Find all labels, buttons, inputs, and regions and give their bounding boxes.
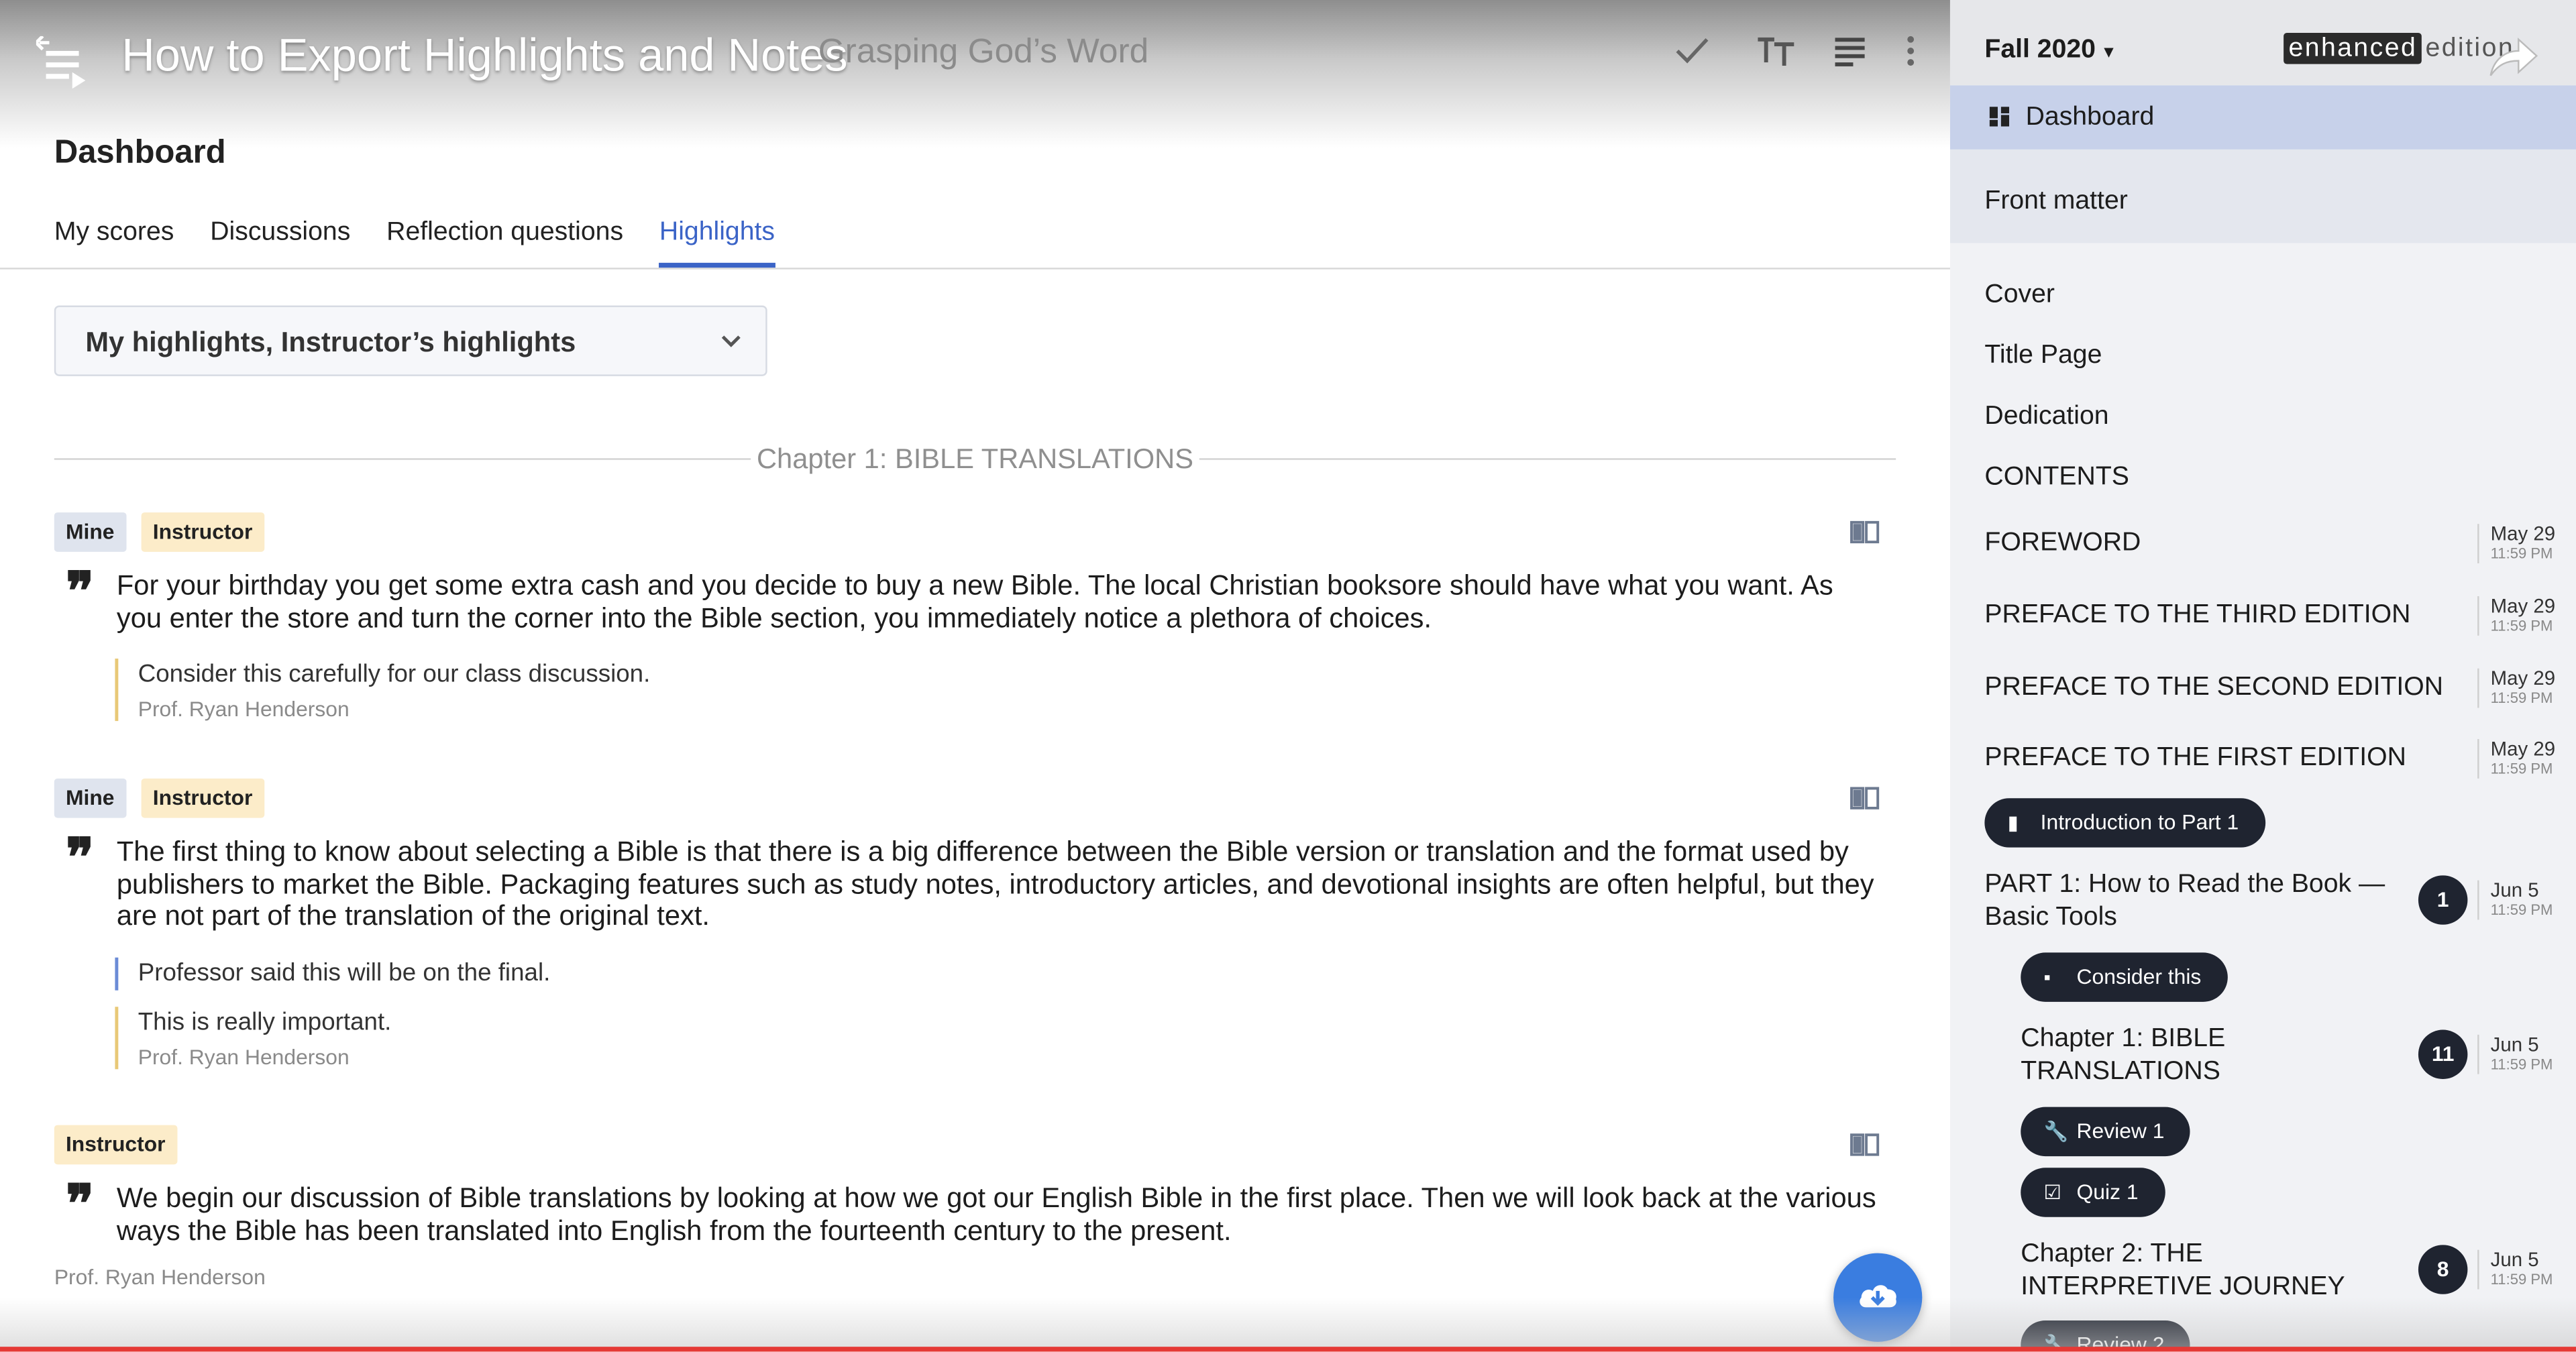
document-icon: ▮ — [2007, 811, 2019, 835]
tag-mine: Mine — [54, 512, 126, 552]
tag-mine: Mine — [54, 778, 126, 818]
instructor-note: Consider this carefully for our class di… — [115, 659, 651, 722]
export-download-button[interactable] — [1833, 1253, 1923, 1342]
toc-item-part1[interactable]: PART 1: How to Read the Book — Basic Too… — [1984, 869, 2395, 935]
filter-value: My highlights, Instructor’s highlights — [85, 327, 576, 358]
highlight-author: Prof. Ryan Henderson — [54, 1264, 266, 1290]
due-date: Jun 5 11:59 PM — [2477, 1034, 2553, 1074]
pill-label: Review 1 — [2076, 1118, 2165, 1143]
wrench-icon: 🔧 — [2043, 1120, 2069, 1143]
quote-icon: ❞ — [65, 826, 95, 889]
quiz-1-button[interactable]: ☑ Quiz 1 — [2021, 1168, 2165, 1217]
toc-item-chapter1[interactable]: Chapter 1: BIBLE TRANSLATIONS — [2021, 1023, 2382, 1089]
note-text: Consider this carefully for our class di… — [138, 660, 651, 689]
note-text: This is really important. — [138, 1008, 392, 1037]
pill-label: Introduction to Part 1 — [2040, 809, 2239, 835]
sidebar-header: Fall 2020 ▼ enhanced edition — [1949, 0, 2576, 86]
tab-reflection-questions[interactable]: Reflection questions — [386, 219, 623, 268]
toc-item-preface-first[interactable]: PREFACE TO THE FIRST EDITION — [1984, 744, 2406, 773]
highlight-text[interactable]: The first thing to know about selecting … — [117, 836, 1883, 932]
toc-item-preface-second[interactable]: PREFACE TO THE SECOND EDITION — [1984, 673, 2443, 703]
quote-icon: ❞ — [65, 560, 95, 623]
toc-item-foreword[interactable]: FOREWORD — [1984, 529, 2141, 559]
comment-icon: ▪ — [2043, 966, 2051, 989]
open-book-icon[interactable] — [1850, 787, 1880, 809]
note-author: Prof. Ryan Henderson — [138, 696, 350, 722]
pill-label: Consider this — [2076, 964, 2202, 989]
my-note: Professor said this will be on the final… — [115, 957, 551, 991]
page-title: Dashboard — [54, 134, 226, 171]
tag-instructor: Instructor — [141, 778, 264, 818]
highlight-text[interactable]: We begin our discussion of Bible transla… — [117, 1182, 1883, 1247]
review-1-button[interactable]: 🔧 Review 1 — [2021, 1107, 2191, 1157]
consider-this-button[interactable]: ▪ Consider this — [2021, 952, 2228, 1002]
count-badge: 1 — [2418, 875, 2468, 925]
video-progress-bar[interactable] — [0, 1347, 2576, 1352]
toc-item-title-page[interactable]: Title Page — [1984, 341, 2102, 371]
toc-item-cover[interactable]: Cover — [1984, 281, 2055, 311]
dashboard-icon — [1989, 107, 2010, 127]
tab-my-scores[interactable]: My scores — [54, 219, 174, 268]
highlight-text[interactable]: For your birthday you get some extra cas… — [117, 570, 1883, 634]
due-date: Jun 5 11:59 PM — [2477, 1249, 2553, 1290]
tab-discussions[interactable]: Discussions — [210, 219, 350, 268]
count-badge: 8 — [2418, 1245, 2468, 1294]
playlist-icon[interactable] — [36, 36, 92, 92]
quote-icon: ❞ — [65, 1172, 95, 1235]
toc-item-chapter2[interactable]: Chapter 2: THE INTERPRETIVE JOURNEY — [2021, 1239, 2382, 1304]
note-author: Prof. Ryan Henderson — [138, 1044, 350, 1070]
video-title[interactable]: How to Export Highlights and Notes — [121, 30, 847, 82]
instructor-note: This is really important. Prof. Ryan Hen… — [115, 1007, 392, 1070]
brand-logo: enhanced edition — [2284, 32, 2514, 64]
toc-item-contents[interactable]: CONTENTS — [1984, 463, 2129, 493]
main-panel: How to Export Highlights and Notes Grasp… — [0, 0, 1950, 1352]
more-vert-icon[interactable] — [1894, 30, 1927, 72]
chevron-down-icon — [721, 335, 741, 347]
tab-highlights[interactable]: Highlights — [659, 219, 775, 268]
sidebar: Fall 2020 ▼ enhanced edition Dashboard Fro… — [1949, 0, 2576, 1352]
tag-instructor: Instructor — [141, 512, 264, 552]
open-book-icon[interactable] — [1850, 520, 1880, 544]
due-date: May 29 11:59 PM — [2477, 523, 2555, 564]
toc-item-dedication[interactable]: Dedication — [1984, 402, 2108, 432]
align-icon[interactable] — [1832, 30, 1868, 72]
open-book-icon[interactable] — [1850, 1133, 1880, 1156]
book-title: Grasping God’s Word — [818, 32, 1149, 71]
due-date: May 29 11:59 PM — [2477, 596, 2555, 636]
check-icon[interactable] — [1672, 30, 1712, 72]
tabs-divider — [0, 268, 1950, 270]
toc-item-preface-third[interactable]: PREFACE TO THE THIRD EDITION — [1984, 601, 2410, 630]
intro-part1-button[interactable]: ▮ Introduction to Part 1 — [1984, 798, 2265, 848]
cloud-download-icon — [1860, 1285, 1896, 1308]
caret-down-icon: ▼ — [2100, 44, 2117, 63]
checkbox-icon: ☑ — [2043, 1180, 2061, 1204]
term-label: Fall 2020 — [1984, 36, 2096, 64]
note-text: Professor said this will be on the final… — [138, 959, 551, 987]
pill-label: Quiz 1 — [2076, 1179, 2139, 1204]
term-selector[interactable]: Fall 2020 ▼ — [1984, 36, 2116, 66]
sidebar-section-front-matter[interactable]: Front matter — [1949, 149, 2576, 243]
tag-instructor: Instructor — [54, 1125, 177, 1165]
highlight-filter-select[interactable]: My highlights, Instructor’s highlights — [54, 305, 767, 376]
chapter-divider: Chapter 1: BIBLE TRANSLATIONS — [54, 440, 1896, 480]
sidebar-item-dashboard[interactable]: Dashboard — [1949, 85, 2576, 150]
share-icon[interactable] — [2484, 33, 2540, 82]
brand-logo-part1: enhanced — [2284, 32, 2422, 64]
text-size-icon[interactable] — [1755, 30, 1798, 72]
due-date: May 29 11:59 PM — [2477, 738, 2555, 779]
sidebar-item-label: Dashboard — [2025, 103, 2155, 131]
due-date: May 29 11:59 PM — [2477, 668, 2555, 708]
sidebar-item-label: Front matter — [1984, 187, 2128, 215]
count-badge: 11 — [2418, 1029, 2468, 1079]
dashboard-tabs: My scores Discussions Reflection questio… — [54, 219, 775, 268]
due-date: Jun 5 11:59 PM — [2477, 879, 2553, 920]
